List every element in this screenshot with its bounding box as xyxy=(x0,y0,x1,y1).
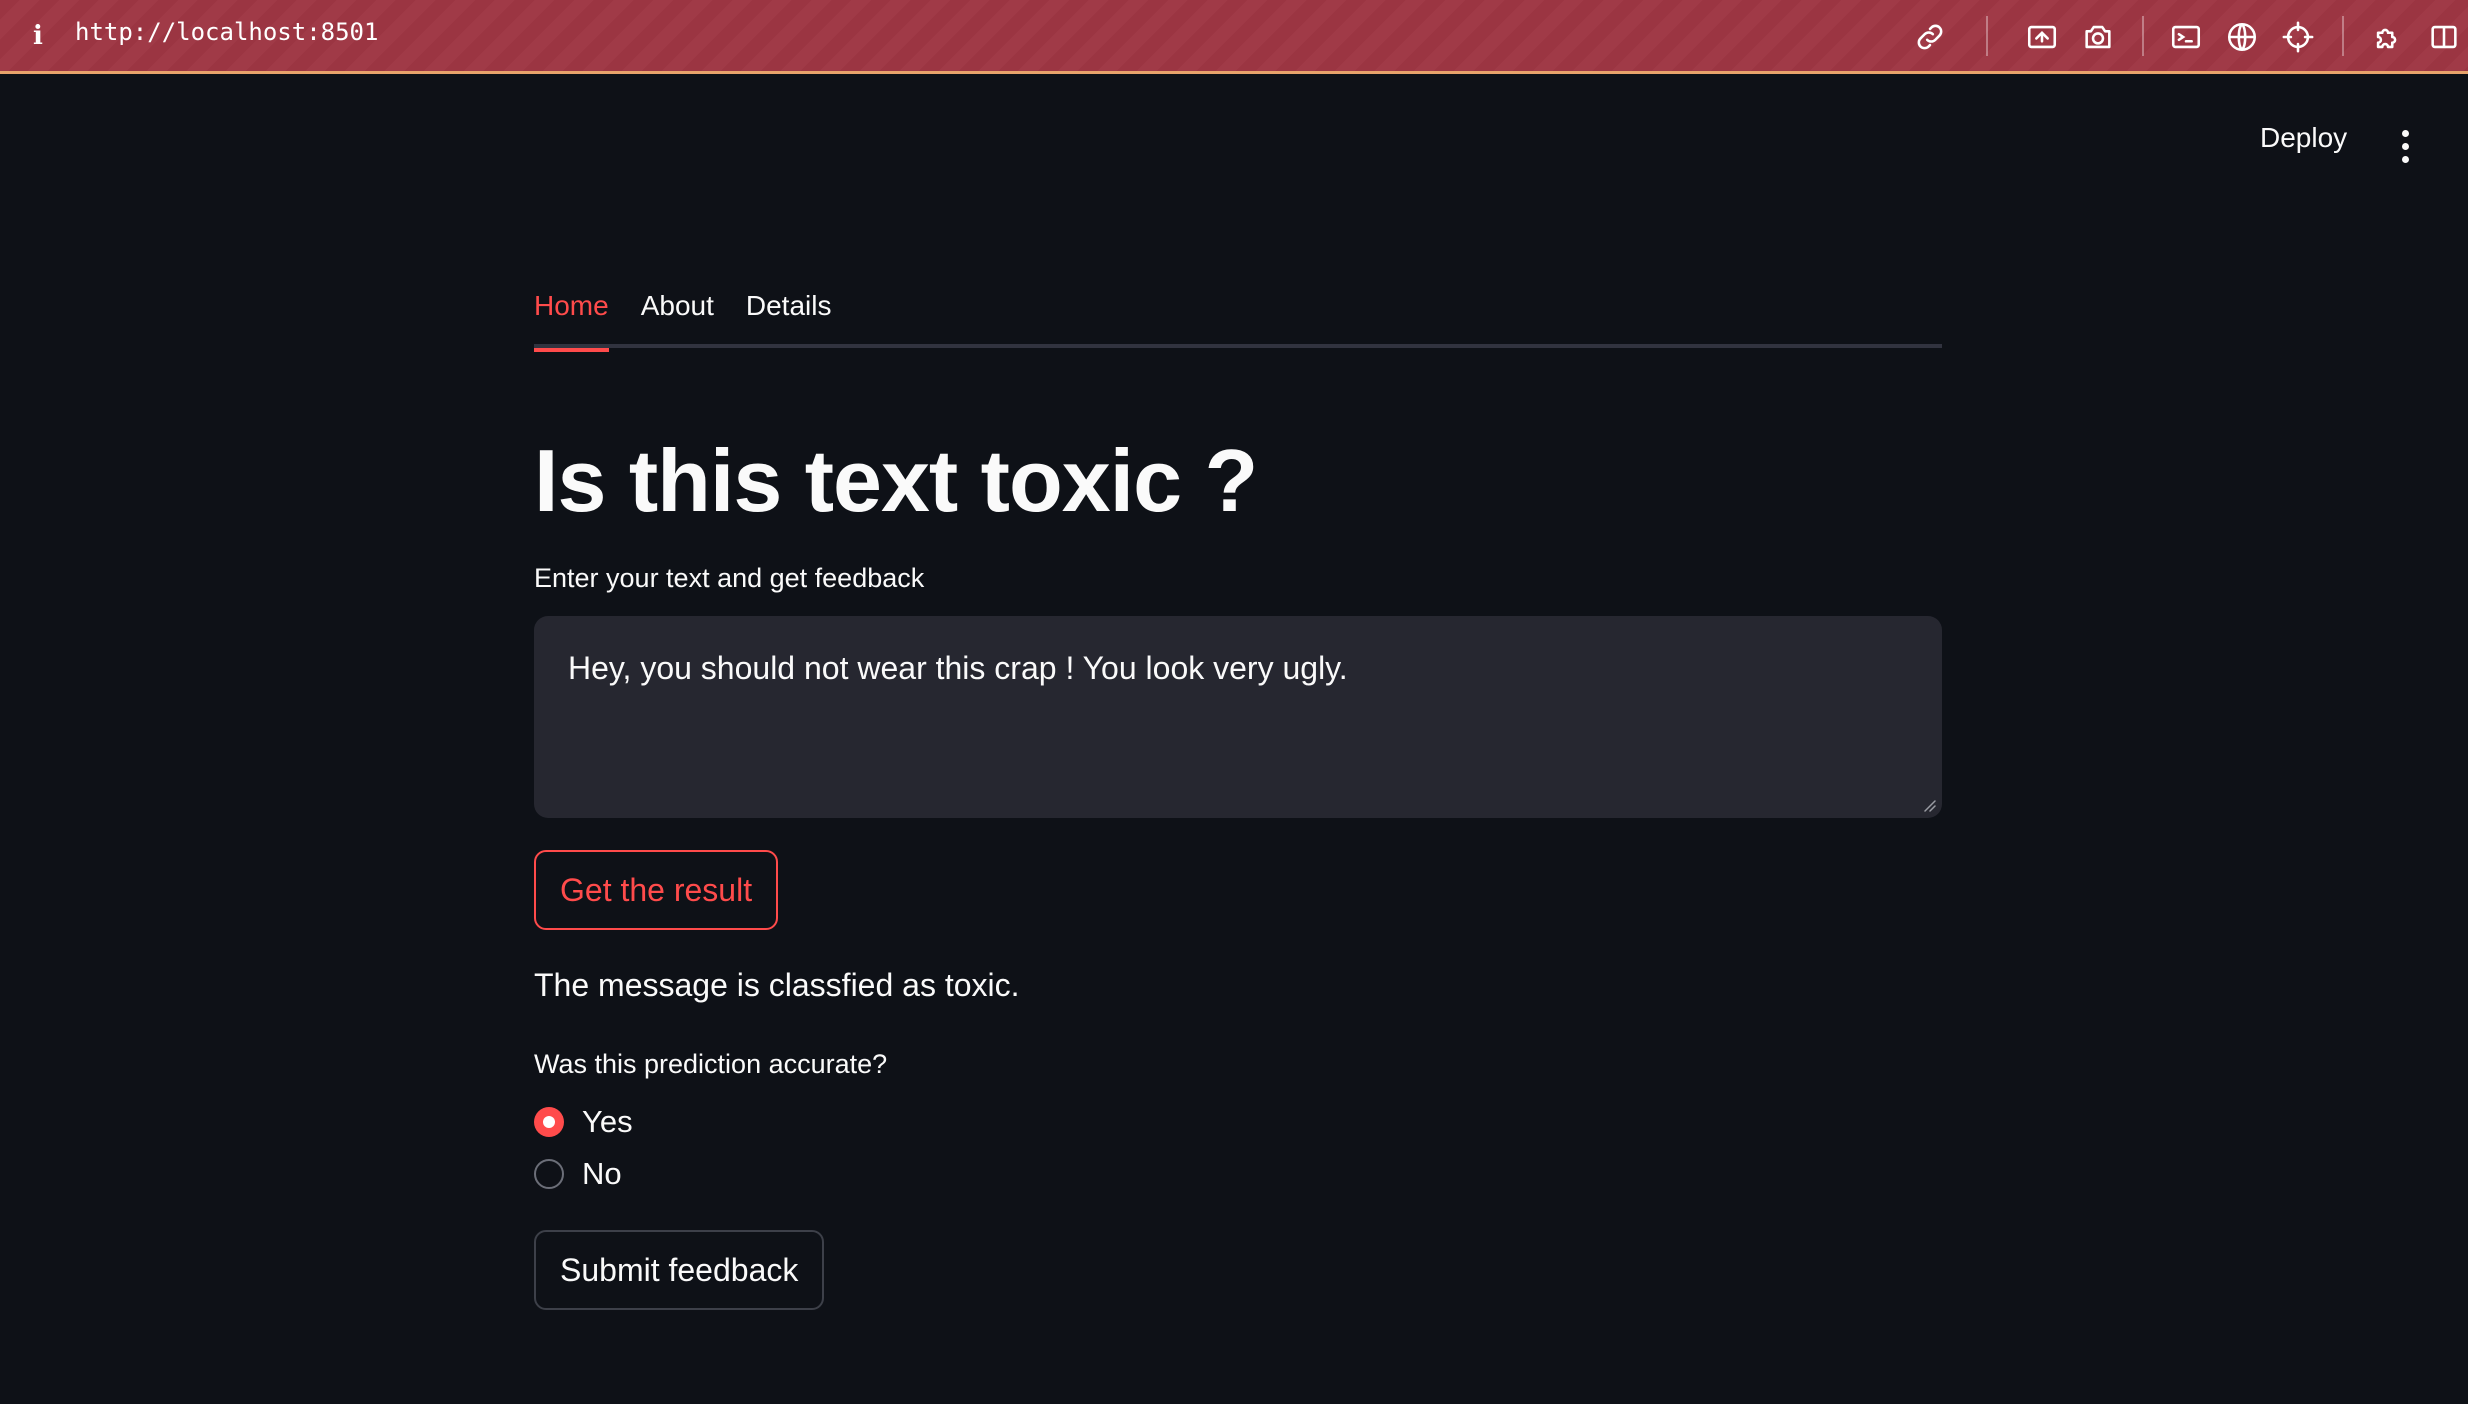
toolbar-divider xyxy=(2142,16,2144,56)
result-message: The message is classfied as toxic. xyxy=(534,967,1020,1003)
resize-handle-icon[interactable] xyxy=(1922,798,1936,812)
radio-option-label: Yes xyxy=(582,1104,633,1139)
radio-option-yes[interactable]: Yes xyxy=(534,1096,1942,1148)
tab-bar: Home About Details xyxy=(534,270,1942,352)
deploy-button[interactable]: Deploy xyxy=(2250,122,2357,170)
url-bar[interactable]: http://localhost:8501 xyxy=(75,18,378,54)
screenshot-region-icon[interactable] xyxy=(2022,17,2062,57)
menu-dot xyxy=(2401,142,2409,150)
tab-home[interactable]: Home xyxy=(534,270,609,352)
get-result-button[interactable]: Get the result xyxy=(534,850,779,930)
extensions-icon[interactable] xyxy=(2368,17,2408,57)
radio-unselected-icon[interactable] xyxy=(534,1159,564,1189)
sidebar-toggle-icon[interactable] xyxy=(2424,17,2464,57)
radio-option-label: No xyxy=(582,1156,622,1191)
link-icon[interactable] xyxy=(1910,17,1950,57)
radio-option-no[interactable]: No xyxy=(534,1148,1942,1200)
info-icon[interactable]: i xyxy=(28,18,48,54)
toolbar-divider xyxy=(2342,16,2344,56)
submit-feedback-button[interactable]: Submit feedback xyxy=(534,1230,825,1310)
feedback-question: Was this prediction accurate? xyxy=(534,1049,888,1079)
menu-dot xyxy=(2401,155,2409,163)
text-input-label: Enter your text and get feedback xyxy=(534,563,925,593)
browser-toolbar: i http://localhost:8501 xyxy=(0,0,2468,74)
feedback-radio-group: Yes No xyxy=(534,1096,1942,1200)
toolbar-divider xyxy=(1986,16,1988,56)
page-title: Is this text toxic ? xyxy=(534,431,1258,530)
terminal-icon[interactable] xyxy=(2166,17,2206,57)
main-menu-icon[interactable] xyxy=(2390,122,2420,170)
camera-icon[interactable] xyxy=(2078,17,2118,57)
tab-details[interactable]: Details xyxy=(746,270,832,348)
text-input-container: Hey, you should not wear this crap ! You… xyxy=(534,616,1942,818)
tab-about[interactable]: About xyxy=(641,270,714,348)
text-input[interactable]: Hey, you should not wear this crap ! You… xyxy=(534,616,1942,818)
menu-dot xyxy=(2401,129,2409,137)
radio-selected-icon[interactable] xyxy=(534,1107,564,1137)
globe-icon[interactable] xyxy=(2222,17,2262,57)
main-content: Home About Details Is this text toxic ? … xyxy=(534,270,1942,1310)
crosshair-icon[interactable] xyxy=(2278,17,2318,57)
